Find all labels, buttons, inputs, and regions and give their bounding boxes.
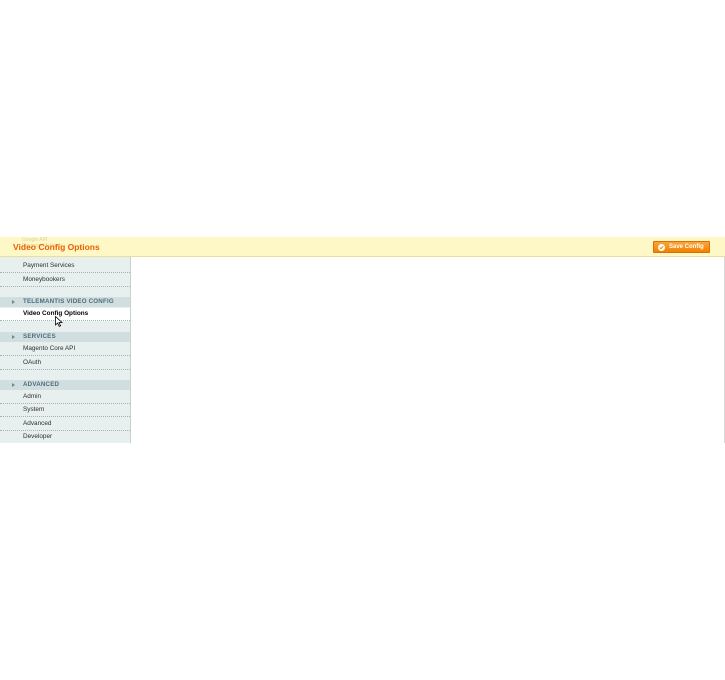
page-title: Video Config Options bbox=[13, 242, 100, 252]
save-config-button[interactable]: Save Config bbox=[653, 241, 710, 253]
sidebar-item-label: Payment Services bbox=[23, 262, 75, 269]
sidebar-item-advanced[interactable]: Advanced bbox=[0, 418, 130, 431]
check-circle-icon bbox=[658, 243, 665, 251]
triangle-right-icon bbox=[12, 300, 15, 304]
sidebar-item-label: Advanced bbox=[23, 420, 52, 427]
sidebar-item-developer[interactable]: Developer bbox=[0, 431, 130, 444]
section-advanced[interactable]: ADVANCED bbox=[0, 380, 130, 390]
sidebar-item-label: Developer bbox=[23, 433, 53, 440]
sidebar-item-label: Admin bbox=[23, 393, 42, 400]
sidebar-item-label: Magento Core API bbox=[23, 345, 76, 352]
page-header-bar: Google API Payment Methods Video Config … bbox=[0, 237, 725, 257]
sidebar-item-admin[interactable]: Admin bbox=[0, 391, 130, 404]
sidebar-item-label: OAuth bbox=[23, 359, 42, 366]
triangle-right-icon bbox=[12, 383, 15, 387]
section-title: TELEMANTIS VIDEO CONFIG bbox=[23, 298, 114, 305]
sidebar-item-moneybookers[interactable]: Moneybookers bbox=[0, 274, 130, 287]
section-telemantis-video-config[interactable]: TELEMANTIS VIDEO CONFIG bbox=[0, 297, 130, 307]
admin-config-page: Google API Payment Methods Video Config … bbox=[0, 0, 725, 680]
section-title: ADVANCED bbox=[23, 381, 60, 388]
section-title: SERVICES bbox=[23, 333, 56, 340]
save-config-label: Save Config bbox=[669, 244, 704, 250]
sidebar-item-label: System bbox=[23, 406, 45, 413]
sidebar-item-oauth[interactable]: OAuth bbox=[0, 357, 130, 370]
sidebar-item-video-config-options[interactable]: Video Config Options bbox=[0, 308, 130, 321]
section-services[interactable]: SERVICES bbox=[0, 332, 130, 342]
mouse-pointer-icon bbox=[55, 314, 64, 332]
triangle-right-icon bbox=[12, 335, 15, 339]
sidebar-item-system[interactable]: System bbox=[0, 404, 130, 417]
sidebar-item-magento-core-api[interactable]: Magento Core API bbox=[0, 343, 130, 356]
sidebar-item-label: Moneybookers bbox=[23, 276, 65, 283]
sidebar-item-payment-services[interactable]: Payment Services bbox=[0, 260, 130, 273]
config-sidebar: Payment Services Moneybookers TELEMANTIS… bbox=[0, 257, 131, 443]
